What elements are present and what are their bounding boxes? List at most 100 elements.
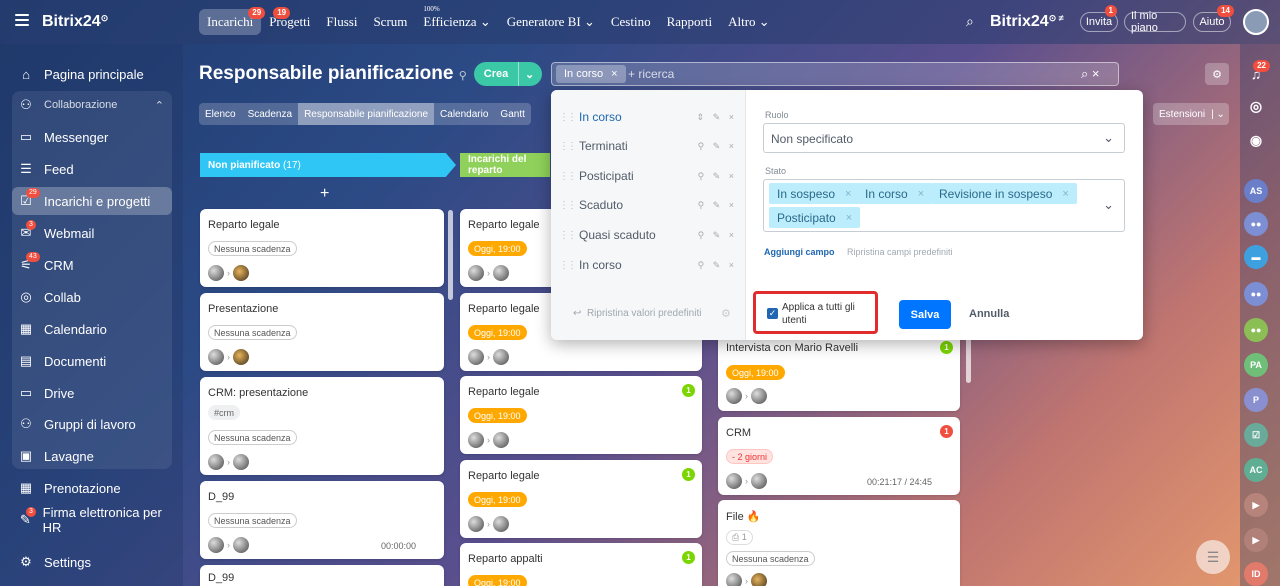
- search-chip[interactable]: In corso ×: [556, 65, 626, 83]
- brand-logo[interactable]: Bitrix24⊙: [42, 13, 108, 31]
- card-title[interactable]: Intervista con Mario Ravelli: [726, 342, 858, 354]
- user-avatar[interactable]: [1243, 9, 1269, 35]
- card-title[interactable]: Reparto legale: [468, 303, 540, 315]
- preset-item[interactable]: ⋮⋮ Terminati ⚲ ✎ ×: [559, 132, 739, 160]
- task-icon[interactable]: ☑: [1244, 423, 1268, 447]
- close-icon[interactable]: ×: [846, 212, 852, 224]
- preset-item[interactable]: ⋮⋮ Posticipati ⚲ ✎ ×: [559, 162, 739, 190]
- close-icon[interactable]: ×: [918, 188, 924, 200]
- avatar[interactable]: [233, 537, 249, 553]
- sidebar-item-drive[interactable]: ▭ Drive: [12, 379, 172, 407]
- card-title[interactable]: Reparto legale: [468, 470, 540, 482]
- task-card[interactable]: D_99 Nessuna scadenza › 00:00:00: [200, 481, 444, 559]
- avatar[interactable]: ID: [1244, 562, 1268, 586]
- avatar[interactable]: AC: [1244, 458, 1268, 482]
- target-icon[interactable]: ◎: [1244, 94, 1268, 118]
- scrollbar[interactable]: [966, 335, 971, 383]
- gear-icon[interactable]: ⚙: [1205, 63, 1229, 85]
- sidebar-item-firma[interactable]: ✎ 3 Firma elettronica per HR: [12, 505, 172, 535]
- reset-presets-link[interactable]: ↩ Ripristina valori predefiniti: [573, 308, 701, 319]
- topnav-generatore-bi[interactable]: Generatore BI ⌄: [499, 9, 603, 35]
- avatar[interactable]: [468, 349, 484, 365]
- avatar[interactable]: [751, 573, 767, 586]
- sidebar-item-messenger[interactable]: ▭ Messenger: [12, 123, 172, 151]
- extensions-button[interactable]: Estensioni | ⌄: [1153, 103, 1229, 125]
- hamburger-menu-icon[interactable]: [15, 14, 29, 26]
- avatar[interactable]: [208, 537, 224, 553]
- card-title[interactable]: File 🔥: [726, 510, 760, 523]
- stato-chip[interactable]: Revisione in sospeso ×: [931, 183, 1077, 204]
- group-icon[interactable]: ●●: [1244, 318, 1268, 342]
- topnav-progetti[interactable]: Progetti 19: [261, 7, 318, 35]
- sidebar-item-webmail[interactable]: ✉ 3 Webmail: [12, 219, 172, 247]
- save-button[interactable]: Salva: [899, 300, 951, 329]
- hashtag-tag[interactable]: #crm: [208, 405, 240, 420]
- task-card[interactable]: Reparto legale Nessuna scadenza ›: [200, 209, 444, 287]
- deadline-tag[interactable]: Nessuna scadenza: [208, 513, 297, 528]
- card-title[interactable]: Presentazione: [208, 303, 278, 315]
- avatar[interactable]: [751, 388, 767, 404]
- preset-actions-icon[interactable]: ⚲ ✎ ×: [698, 171, 737, 182]
- preset-actions-icon[interactable]: ⚲ ✎ ×: [698, 260, 737, 271]
- bell-icon[interactable]: ♫ 22: [1244, 60, 1270, 86]
- search-icon[interactable]: ⌕: [966, 13, 974, 30]
- avatar[interactable]: [208, 265, 224, 281]
- sidebar-item-collab[interactable]: ◎ Collab: [12, 283, 172, 311]
- card-title[interactable]: Reparto legale: [208, 219, 280, 231]
- avatar[interactable]: [726, 573, 742, 586]
- sidebar-item-documenti[interactable]: ▤ Documenti: [12, 347, 172, 375]
- topnav-rapporti[interactable]: Rapporti: [659, 9, 721, 35]
- video-icon[interactable]: ▶: [1244, 528, 1268, 552]
- search-input[interactable]: + ricerca: [628, 67, 674, 81]
- deadline-tag[interactable]: Oggi, 19:00: [468, 575, 527, 586]
- avatar[interactable]: [208, 454, 224, 470]
- pin-icon[interactable]: ⚲: [459, 70, 467, 82]
- deadline-tag[interactable]: Nessuna scadenza: [208, 325, 297, 340]
- sidebar-item-settings[interactable]: ⚙ Settings: [12, 548, 172, 576]
- stato-chip[interactable]: Posticipato ×: [769, 207, 861, 228]
- tab-gantt[interactable]: Gantt: [494, 103, 530, 125]
- close-icon[interactable]: ×: [611, 68, 617, 80]
- task-card[interactable]: CRM 1 - 2 giorni › 00:21:17 / 24:45: [718, 417, 960, 495]
- avatar[interactable]: [468, 265, 484, 281]
- avatar[interactable]: [233, 454, 249, 470]
- avatar[interactable]: [493, 349, 509, 365]
- deadline-tag[interactable]: Oggi, 19:00: [726, 365, 785, 380]
- avatar[interactable]: P: [1244, 388, 1268, 412]
- my-plan-button[interactable]: Il mio piano: [1124, 10, 1186, 34]
- create-button[interactable]: Crea ⌄: [474, 62, 542, 86]
- task-card[interactable]: Intervista con Mario Ravelli 1 Oggi, 19:…: [718, 333, 960, 411]
- column-header-non-pianificato[interactable]: Non pianificato (17): [200, 153, 456, 177]
- avatar[interactable]: [493, 265, 509, 281]
- help-button[interactable]: Aiuto 14: [1193, 5, 1234, 32]
- avatar[interactable]: [233, 265, 249, 281]
- task-card[interactable]: Presentazione Nessuna scadenza ›: [200, 293, 444, 371]
- sidebar-item-feed[interactable]: ☰ Feed: [12, 155, 172, 183]
- topnav-incarichi[interactable]: Incarichi 29: [199, 7, 266, 35]
- card-title[interactable]: Reparto legale: [468, 219, 540, 231]
- task-card[interactable]: Reparto appalti 1 Oggi, 19:00: [460, 543, 702, 586]
- avatar[interactable]: [493, 432, 509, 448]
- preset-actions-icon[interactable]: ⚲ ✎ ×: [698, 200, 737, 211]
- invita-button[interactable]: Invita 1: [1080, 5, 1118, 32]
- card-title[interactable]: Reparto appalti: [468, 553, 543, 565]
- card-title[interactable]: CRM: presentazione: [208, 387, 308, 399]
- column-header-reparto[interactable]: Incarichi del reparto: [460, 153, 550, 177]
- tab-elenco[interactable]: Elenco: [199, 103, 242, 125]
- preset-actions-icon[interactable]: ⇕ ✎ ×: [697, 112, 737, 123]
- add-field-link[interactable]: Aggiungi campo: [764, 247, 835, 257]
- task-card[interactable]: Reparto legale 1 Oggi, 19:00 ›: [460, 376, 702, 454]
- deadline-tag[interactable]: Nessuna scadenza: [726, 551, 815, 566]
- deadline-tag[interactable]: Oggi, 19:00: [468, 492, 527, 507]
- topnav-altro[interactable]: Altro ⌄: [720, 9, 778, 35]
- topnav-cestino[interactable]: Cestino: [603, 9, 659, 35]
- tab-responsabile[interactable]: Responsabile pianificazione: [298, 103, 435, 125]
- card-title[interactable]: Reparto legale: [468, 386, 540, 398]
- avatar[interactable]: PA: [1244, 353, 1268, 377]
- card-title[interactable]: D_99: [208, 572, 234, 584]
- task-card[interactable]: File 🔥 ⎙ 1 Nessuna scadenza ›: [718, 500, 960, 586]
- preset-actions-icon[interactable]: ⚲ ✎ ×: [698, 141, 737, 152]
- avatar[interactable]: [233, 349, 249, 365]
- preset-item[interactable]: ⋮⋮ In corso ⇕ ✎ ×: [559, 103, 739, 131]
- group-icon[interactable]: ●●: [1244, 212, 1268, 236]
